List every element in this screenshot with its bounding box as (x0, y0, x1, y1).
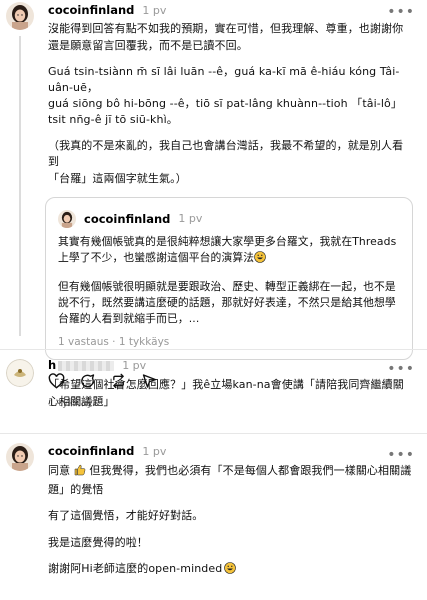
post-text: 「希望這個社會怎麼回應？」我ê立場kan-na會使講「請陪我同齊繼續關心相關議題… (48, 378, 404, 408)
post-header: cocoinfinland 1 pv (48, 2, 413, 19)
avatar (58, 210, 76, 229)
quoted-text-part: 其實有幾個帳號真的是很純粹想讓大家學更多台羅文，我就在Threads上學了不少，… (58, 235, 397, 265)
post-text: 有了這個覺悟，才能好好對話。 (48, 509, 204, 522)
post-text: （我真的不是來亂的，我自己也會講台灣話，我最不希望的，就是別人看到 「台羅」這兩… (48, 138, 404, 185)
post-header: cocoinfinland 1 pv (48, 443, 413, 460)
post-3: cocoinfinland 1 pv ••• 同意 但我覺得，我們也必須有「不是… (0, 443, 427, 580)
post-text-part: 謝謝阿Hi老師這麼的open-minded (48, 562, 223, 575)
username[interactable]: cocoinfinland (84, 211, 170, 228)
post-text: 我是這麼覺得的啦！ (48, 535, 148, 549)
quoted-post-card[interactable]: cocoinfinland 1 pv 其實有幾個帳號真的是很純粹想讓大家學更多台… (45, 197, 413, 360)
post-text: 沒能得到回答有點不如我的預期，實在可惜，但我理解、尊重，也謝謝你還是願意留言回覆… (48, 22, 404, 52)
grinning-sweat-emoji-icon (254, 251, 266, 268)
timestamp[interactable]: 1 pv (122, 358, 146, 375)
post-text-part: 但我覺得，我們也必須有「不是每個人都會跟我們一樣關心相關議題」的覺悟 (48, 464, 412, 496)
threads-reply-thread: cocoinfinland 1 pv ••• 沒能得到回答有點不如我的預期，實在… (0, 0, 427, 600)
quoted-post-header: cocoinfinland 1 pv (58, 208, 400, 230)
post-text: Guá tsin-tsiànn m̄ sī lâi luān --ê，guá k… (48, 65, 402, 126)
post-header: h 1 pv (48, 357, 413, 374)
username-visible-part: h (48, 358, 57, 372)
timestamp[interactable]: 1 pv (142, 3, 166, 20)
post-text: 謝謝阿Hi老師這麼的open-minded (48, 561, 413, 580)
username-redacted (58, 360, 115, 371)
thumbs-up-emoji-icon (74, 464, 86, 482)
username[interactable]: h (48, 357, 115, 374)
divider (0, 349, 427, 350)
quoted-post-text: 但有幾個帳號很明顯就是要跟政治、歷史、轉型正義綁在一起，也不是說不行，既然要講這… (58, 279, 396, 325)
timestamp[interactable]: 1 pv (142, 444, 166, 461)
quoted-post-text: 其實有幾個帳號真的是很純粹想讓大家學更多台羅文，我就在Threads上學了不少，… (58, 234, 400, 268)
grinning-sweat-emoji-icon (224, 562, 237, 580)
more-options-icon[interactable]: ••• (387, 2, 415, 23)
more-options-icon[interactable]: ••• (387, 445, 415, 466)
post-2: h 1 pv ••• 「希望這個社會怎麼回應？」我ê立場kan-na會使講「請陪… (0, 357, 427, 410)
username[interactable]: cocoinfinland (48, 2, 134, 19)
username[interactable]: cocoinfinland (48, 443, 134, 460)
more-options-icon[interactable]: ••• (387, 359, 415, 380)
post-text-part: 同意 (48, 464, 71, 477)
post-text: 同意 但我覺得，我們也必須有「不是每個人都會跟我們一樣關心相關議題」的覺悟 (48, 463, 413, 498)
divider (0, 433, 427, 434)
timestamp: 1 pv (178, 212, 203, 225)
